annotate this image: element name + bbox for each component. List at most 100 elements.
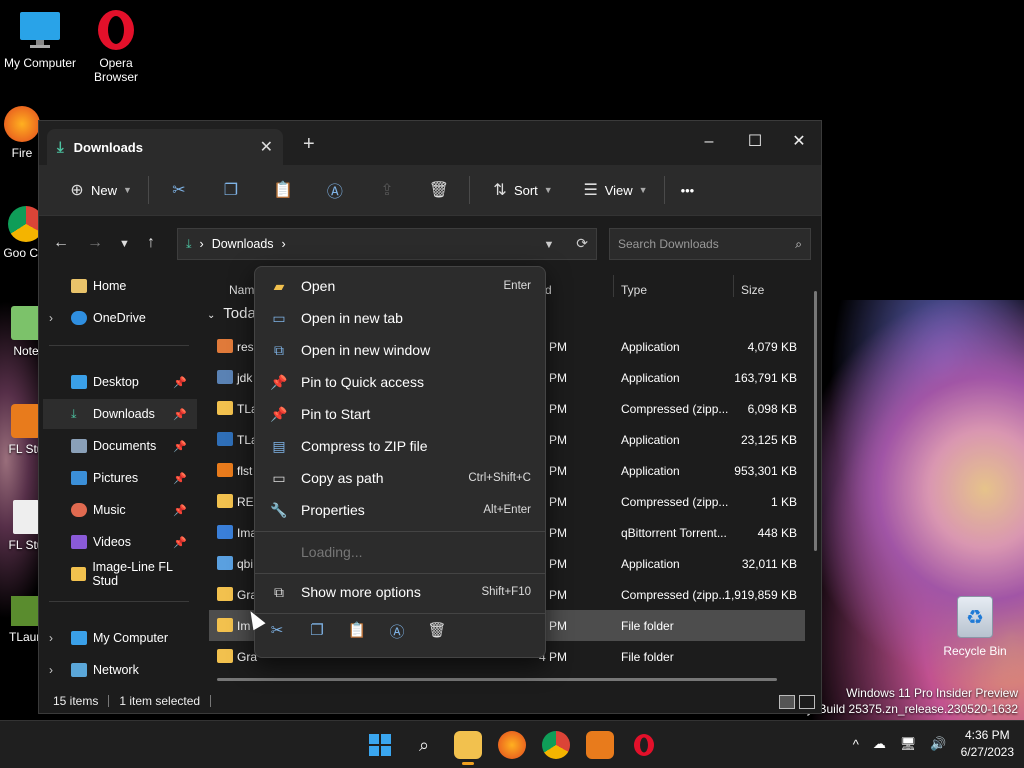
rename-button[interactable]: Ⓐ	[309, 172, 361, 208]
menu-item-show-more-options[interactable]: ⧉ Show more options Shift+F10	[259, 577, 543, 607]
cut-button[interactable]: ✂	[153, 172, 205, 208]
desktop-icon-opera[interactable]: Opera Browser	[76, 8, 156, 84]
cloud-offline-icon[interactable]: ☁	[873, 736, 886, 752]
column-separator[interactable]	[613, 275, 614, 297]
address-bar[interactable]: ⤓ › Downloads › ▼ ⟳	[177, 228, 597, 260]
search-taskbar-button[interactable]: ⌕	[410, 731, 438, 759]
view-toggle	[779, 695, 815, 709]
forward-arrow-icon[interactable]: →	[87, 234, 103, 252]
sidebar-item-music[interactable]: Music 📌	[43, 495, 197, 525]
start-button[interactable]	[366, 731, 394, 759]
share-button[interactable]: ⇪	[361, 172, 413, 208]
opera-taskbar-button[interactable]	[630, 731, 658, 759]
network-icon[interactable]: 🖥	[900, 736, 917, 752]
tiles-view-icon[interactable]	[799, 695, 815, 709]
desktop-icon-label: Fire	[11, 146, 33, 160]
title-bar: ⤓ Downloads ✕ + – ☐ ✕	[39, 121, 821, 165]
desktop-icon-label: Opera Browser	[93, 56, 138, 84]
vertical-scrollbar[interactable]	[814, 291, 817, 551]
rename-icon[interactable]: Ⓐ	[387, 621, 407, 642]
desktop-icon-my-computer[interactable]: My Computer	[0, 8, 80, 70]
column-header-name[interactable]: Nam	[229, 283, 254, 297]
menu-item-open-new-window[interactable]: ⧉ Open in new window	[259, 335, 543, 365]
sidebar-item-imageline[interactable]: Image-Line FL Stud	[43, 559, 197, 589]
menu-item-properties[interactable]: 🔧 Properties Alt+Enter	[259, 495, 543, 525]
view-button[interactable]: ☰ View ▼	[565, 172, 660, 208]
tl-app-icon	[217, 432, 233, 446]
details-view-icon[interactable]	[779, 695, 795, 709]
opera-icon	[634, 734, 654, 756]
up-arrow-icon[interactable]: ↑	[147, 234, 155, 252]
new-button[interactable]: ⊕ New ▼	[51, 172, 144, 208]
sidebar-item-onedrive[interactable]: OneDrive	[43, 303, 197, 333]
copy-icon[interactable]: ❐	[307, 621, 327, 642]
breadcrumb[interactable]: Downloads	[212, 237, 274, 251]
chrome-taskbar-button[interactable]	[542, 731, 570, 759]
search-input[interactable]: Search Downloads ⌕	[609, 228, 811, 260]
minimize-button[interactable]: –	[689, 127, 729, 157]
recent-locations-chevron-icon[interactable]: ▼	[119, 238, 130, 250]
copy-button[interactable]: ❐	[205, 172, 257, 208]
sidebar-item-label: Documents	[93, 439, 157, 453]
file-type: File folder	[621, 619, 674, 633]
column-header-size[interactable]: Size	[741, 283, 764, 297]
sort-button-label: Sort	[513, 182, 538, 198]
file-size: 23,125 KB	[740, 433, 797, 447]
column-separator[interactable]	[733, 275, 734, 297]
folder-icon	[217, 618, 233, 632]
sidebar-item-my-computer[interactable]: My Computer	[43, 623, 197, 653]
file-size: 6,098 KB	[747, 402, 797, 416]
file-type: Compressed (zipp...	[621, 402, 729, 416]
documents-icon	[71, 439, 87, 453]
watermark-line-2: y. Build 25375.zn_release.230520-1632	[806, 702, 1018, 716]
maximize-button[interactable]: ☐	[735, 127, 775, 157]
pin-icon: 📌	[270, 405, 288, 422]
column-header-type[interactable]: Type	[621, 283, 647, 297]
sidebar-item-home[interactable]: Home	[43, 271, 197, 301]
refresh-icon[interactable]: ⟳	[576, 235, 588, 251]
file-type: Application	[621, 464, 680, 478]
menu-item-copy-path[interactable]: ▭ Copy as path Ctrl+Shift+C	[259, 463, 543, 493]
menu-item-pin-start[interactable]: 📌 Pin to Start	[259, 399, 543, 429]
trash-icon[interactable]: 🗑	[427, 621, 447, 642]
back-arrow-icon[interactable]: ←	[53, 234, 69, 252]
menu-item-open[interactable]: ▰ Open Enter	[259, 271, 543, 301]
paste-button[interactable]: 📋	[257, 172, 309, 208]
sidebar-item-label: Downloads	[93, 407, 155, 421]
sidebar-item-pictures[interactable]: Pictures 📌	[43, 463, 197, 493]
java-icon	[217, 370, 233, 384]
more-options-button[interactable]: •••	[669, 172, 707, 208]
sort-button[interactable]: ⇅ Sort ▼	[474, 172, 565, 208]
fl-studio-taskbar-button[interactable]	[586, 731, 614, 759]
address-dropdown-icon[interactable]: ▼	[543, 239, 554, 251]
tab-close-icon[interactable]: ✕	[260, 137, 273, 157]
sidebar-item-videos[interactable]: Videos 📌	[43, 527, 197, 557]
desktop-icon-recycle-bin[interactable]: ♻ Recycle Bin	[938, 596, 1012, 658]
tab-downloads[interactable]: ⤓ Downloads ✕	[47, 129, 283, 165]
sidebar-item-desktop[interactable]: Desktop 📌	[43, 367, 197, 397]
new-tab-button[interactable]: +	[303, 133, 315, 156]
sidebar-item-documents[interactable]: Documents 📌	[43, 431, 197, 461]
sidebar-item-network[interactable]: Network	[43, 655, 197, 685]
clock[interactable]: 4:36 PM 6/27/2023	[961, 727, 1014, 761]
menu-item-compress-zip[interactable]: ▤ Compress to ZIP file	[259, 431, 543, 461]
monitor-icon	[71, 631, 87, 645]
menu-item-label: Properties	[301, 502, 365, 518]
file-size: 448 KB	[757, 526, 797, 540]
menu-item-open-new-tab[interactable]: ▭ Open in new tab	[259, 303, 543, 333]
search-icon: ⌕	[795, 236, 802, 251]
file-explorer-taskbar-button[interactable]	[454, 731, 482, 765]
cut-icon[interactable]: ✂	[267, 621, 287, 642]
delete-button[interactable]: 🗑	[413, 172, 465, 208]
close-button[interactable]: ✕	[779, 127, 819, 157]
sidebar-item-downloads[interactable]: ⤓ Downloads 📌	[43, 399, 197, 429]
menu-item-pin-quick-access[interactable]: 📌 Pin to Quick access	[259, 367, 543, 397]
column-header-date[interactable]: d	[545, 283, 552, 297]
cloud-icon	[71, 311, 87, 325]
paste-icon[interactable]: 📋	[347, 621, 367, 642]
show-hidden-icons-chevron-icon[interactable]: ^	[853, 737, 859, 752]
firefox-taskbar-button[interactable]	[498, 731, 526, 759]
volume-icon[interactable]: 🔊	[930, 736, 946, 752]
menu-divider	[255, 573, 545, 574]
horizontal-scrollbar[interactable]	[217, 678, 777, 681]
